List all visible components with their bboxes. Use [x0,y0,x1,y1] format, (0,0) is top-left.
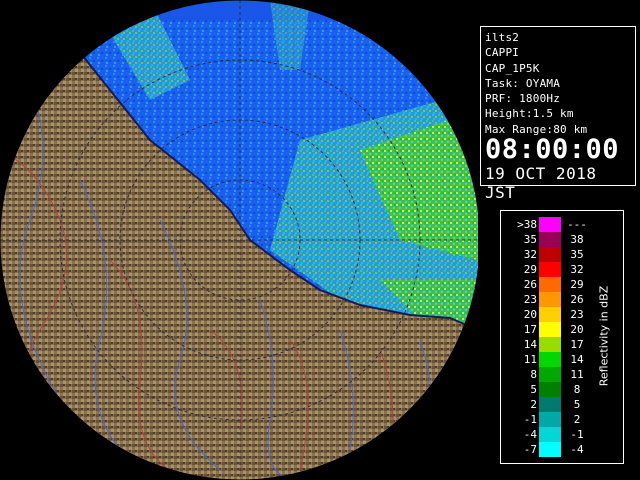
legend-lower-bound: -1 [523,413,537,426]
legend-row: 8 11 [501,367,591,382]
legend-lower-bound: 32 [523,248,537,261]
legend-swatch [539,247,561,262]
legend-row: -7 -4 [501,442,591,457]
legend-row: -4 -1 [501,427,591,442]
legend-lower-bound: 8 [530,368,537,381]
legend-lower-bound: -7 [523,443,537,456]
legend-lower-bound: 29 [523,263,537,276]
legend-swatch [539,262,561,277]
legend-swatch [539,217,561,232]
legend-upper-bound: 8 [573,383,581,396]
legend-swatch [539,307,561,322]
legend-upper-bound: -1 [570,428,584,441]
legend-lower-bound: 11 [523,353,537,366]
legend-upper-bound: 17 [570,338,584,351]
observation-time: 08:00:00 [485,134,620,166]
legend-upper-bound: -4 [570,443,584,456]
legend-swatch [539,352,561,367]
legend-swatch [539,292,561,307]
legend-upper-bound: 11 [570,368,584,381]
legend-lower-bound: 5 [530,383,537,396]
legend-swatch [539,382,561,397]
product-type: CAPPI [485,46,520,60]
legend-lower-bound: -4 [523,428,537,441]
legend-row: 29 32 [501,262,591,277]
legend-swatch [539,412,561,427]
legend-row: 23 26 [501,292,591,307]
site-name: ilts2 [485,31,520,44]
legend-upper-bound: 5 [573,398,581,411]
legend-swatch [539,277,561,292]
legend-title-text: Reflectivity in dBZ [597,285,611,387]
legend-upper-bound: 26 [570,293,584,306]
legend-upper-bound: 14 [570,353,584,366]
legend-row: >38 --- [501,217,591,232]
info-panel: ilts2 CAPPI CAP_1P5K Task: OYAMA PRF: 18… [480,26,636,202]
legend-swatch [539,337,561,352]
legend-row: 25 [501,397,591,412]
legend-row: -1 2 [501,412,591,427]
legend-lower-bound: 17 [523,323,537,336]
legend-upper-bound: 29 [570,278,584,291]
legend-row: 32 35 [501,247,591,262]
observation-date: 19 OCT 2018 JST [485,164,597,203]
legend-lower-bound: 35 [523,233,537,246]
legend-lower-bound: 2 [530,398,537,411]
legend-swatch [539,322,561,337]
prf-value: PRF: 1800Hz [485,92,561,106]
legend-upper-bound: 38 [570,233,584,246]
task-name: Task: OYAMA [485,76,561,90]
legend-row: 20 23 [501,307,591,322]
legend-upper-bound: 20 [570,323,584,336]
legend-row: 14 17 [501,337,591,352]
legend-row: 17 20 [501,322,591,337]
legend-upper-bound: 35 [570,248,584,261]
legend-upper-bound: 23 [570,308,584,321]
legend-row: 35 38 [501,232,591,247]
legend-lower-bound: 14 [523,338,537,351]
radar-map [0,0,478,480]
legend-swatch [539,427,561,442]
legend-swatch [539,232,561,247]
legend-row: 11 14 [501,352,591,367]
legend-swatch [539,367,561,382]
legend-upper-bound: --- [567,218,587,231]
legend-lower-bound: 20 [523,308,537,321]
legend-row: 58 [501,382,591,397]
legend-lower-bound: 26 [523,278,537,291]
legend-upper-bound: 32 [570,263,584,276]
legend-row: 26 29 [501,277,591,292]
cappi-height: Height:1.5 km [485,107,574,121]
legend-upper-bound: 2 [573,413,581,426]
legend-lower-bound: 23 [523,293,537,306]
legend-lower-bound: >38 [517,218,537,231]
legend-swatch [539,397,561,412]
scan-name: CAP_1P5K [485,61,540,75]
legend-swatch [539,442,561,457]
